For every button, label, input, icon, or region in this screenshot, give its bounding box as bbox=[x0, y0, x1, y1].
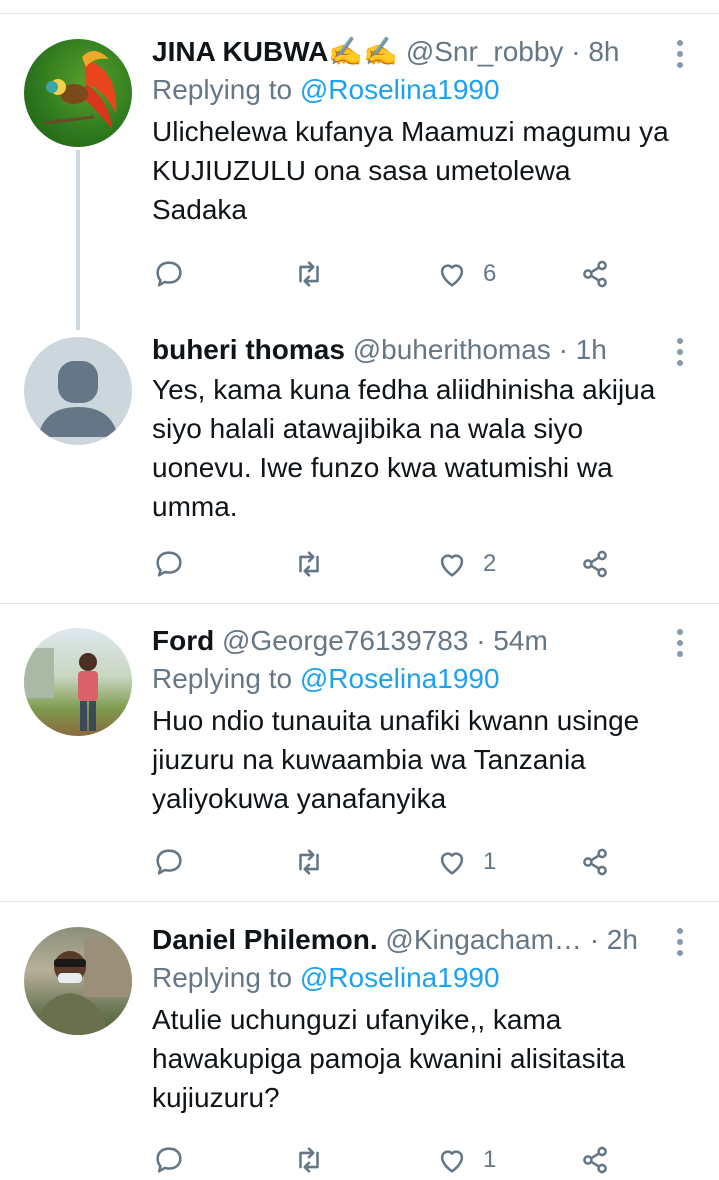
display-name[interactable]: JINA KUBWA✍✍ bbox=[152, 36, 398, 67]
reply-icon bbox=[156, 551, 182, 577]
replying-to-label: Replying to bbox=[152, 962, 293, 993]
replying-to: Replying to @Roselina1990 bbox=[152, 659, 672, 699]
tweet-content: Daniel Philemon. @Kingacham… · 2h Replyi… bbox=[152, 922, 672, 1117]
heart-icon bbox=[440, 264, 464, 287]
tweet-actions: 2 bbox=[152, 544, 622, 584]
separator-dot: · bbox=[558, 334, 568, 365]
tweet-text: Ulichelewa kufanya Maamuzi magumu ya KUJ… bbox=[152, 116, 669, 225]
tweet-header: Ford @George76139783 · 54m bbox=[152, 623, 672, 659]
retweet-icon bbox=[299, 1147, 319, 1173]
tweet-content: Ford @George76139783 · 54m Replying to @… bbox=[152, 623, 672, 818]
retweet-button[interactable] bbox=[292, 1140, 326, 1180]
like-count: 1 bbox=[483, 1146, 497, 1173]
more-options-icon[interactable] bbox=[675, 40, 685, 68]
share-icon bbox=[583, 848, 607, 876]
separator-dot: · bbox=[476, 625, 486, 656]
bird-avatar-image bbox=[43, 50, 117, 129]
share-icon bbox=[583, 1146, 607, 1174]
avatar[interactable] bbox=[24, 39, 132, 147]
tweet-divider bbox=[0, 603, 719, 604]
reply-button[interactable] bbox=[152, 1140, 186, 1180]
avatar[interactable] bbox=[24, 628, 132, 736]
tweet-text: Atulie uchunguzi ufanyike,, kama hawakup… bbox=[152, 1004, 626, 1113]
timestamp[interactable]: 8h bbox=[588, 36, 619, 67]
mention-link[interactable]: @Roselina1990 bbox=[300, 663, 500, 694]
like-count: 6 bbox=[483, 260, 497, 287]
mention-link[interactable]: @Roselina1990 bbox=[300, 74, 500, 105]
reply-button[interactable] bbox=[152, 842, 186, 882]
tweet-content: JINA KUBWA✍✍ @Snr_robby · 8h Replying to… bbox=[152, 34, 672, 229]
retweet-button[interactable] bbox=[292, 254, 326, 294]
tweet-header: Daniel Philemon. @Kingacham… · 2h bbox=[152, 922, 672, 958]
like-count: 1 bbox=[483, 848, 497, 875]
user-handle[interactable]: @Snr_robby bbox=[406, 36, 564, 67]
replying-to: Replying to @Roselina1990 bbox=[152, 70, 672, 110]
heart-icon bbox=[440, 554, 464, 577]
heart-icon bbox=[440, 852, 464, 875]
tweet-content: buheri thomas @buherithomas · 1h Yes, ka… bbox=[152, 332, 672, 526]
like-button[interactable]: 1 bbox=[435, 1140, 496, 1180]
timestamp[interactable]: 54m bbox=[493, 625, 547, 656]
tweet-text: Huo ndio tunauita unafiki kwann usinge j… bbox=[152, 705, 640, 814]
like-button[interactable]: 6 bbox=[435, 254, 496, 294]
user-handle[interactable]: @George76139783 bbox=[222, 625, 468, 656]
tweet-actions: 1 bbox=[152, 842, 622, 882]
share-button[interactable] bbox=[578, 1140, 612, 1180]
more-options-icon[interactable] bbox=[675, 928, 685, 956]
tweet-actions: 6 bbox=[152, 254, 622, 294]
timestamp[interactable]: 2h bbox=[607, 924, 638, 955]
retweet-button[interactable] bbox=[292, 842, 326, 882]
avatar[interactable] bbox=[24, 337, 132, 445]
share-icon bbox=[583, 260, 607, 288]
tweet-text: Yes, kama kuna fedha aliidhinisha akijua… bbox=[152, 374, 656, 522]
like-button[interactable]: 2 bbox=[435, 544, 496, 584]
like-count: 2 bbox=[483, 550, 497, 577]
person-avatar-image bbox=[24, 648, 98, 731]
replying-to-label: Replying to bbox=[152, 663, 293, 694]
share-button[interactable] bbox=[578, 254, 612, 294]
tweet-divider bbox=[0, 901, 719, 902]
retweet-icon bbox=[299, 261, 319, 287]
default-avatar-icon bbox=[38, 361, 118, 437]
reply-icon bbox=[156, 261, 182, 287]
replying-to-label: Replying to bbox=[152, 74, 293, 105]
tweet-actions: 1 bbox=[152, 1140, 622, 1180]
retweet-icon bbox=[299, 551, 319, 577]
more-options-icon[interactable] bbox=[675, 629, 685, 657]
like-button[interactable]: 1 bbox=[435, 842, 496, 882]
avatar[interactable] bbox=[24, 927, 132, 1035]
share-button[interactable] bbox=[578, 544, 612, 584]
person-avatar-image bbox=[34, 937, 132, 1035]
display-name[interactable]: buheri thomas bbox=[152, 334, 345, 365]
display-name[interactable]: Ford bbox=[152, 625, 214, 656]
replying-to: Replying to @Roselina1990 bbox=[152, 958, 672, 998]
heart-icon bbox=[440, 1150, 464, 1173]
separator-dot: · bbox=[571, 36, 581, 67]
tweet-header: buheri thomas @buherithomas · 1h bbox=[152, 332, 672, 368]
reply-button[interactable] bbox=[152, 544, 186, 584]
separator-dot: · bbox=[589, 924, 600, 955]
top-divider bbox=[0, 13, 719, 14]
retweet-icon bbox=[299, 849, 319, 875]
retweet-button[interactable] bbox=[292, 544, 326, 584]
reply-icon bbox=[156, 1147, 182, 1173]
tweet-header: JINA KUBWA✍✍ @Snr_robby · 8h bbox=[152, 34, 672, 70]
timestamp[interactable]: 1h bbox=[576, 334, 607, 365]
user-handle[interactable]: @Kingacham… bbox=[385, 924, 582, 955]
more-options-icon[interactable] bbox=[675, 338, 685, 366]
display-name[interactable]: Daniel Philemon. bbox=[152, 924, 378, 955]
share-button[interactable] bbox=[578, 842, 612, 882]
share-icon bbox=[583, 550, 607, 578]
mention-link[interactable]: @Roselina1990 bbox=[300, 962, 500, 993]
reply-icon bbox=[156, 849, 182, 875]
reply-button[interactable] bbox=[152, 254, 186, 294]
thread-line bbox=[76, 150, 80, 330]
user-handle[interactable]: @buherithomas bbox=[353, 334, 551, 365]
